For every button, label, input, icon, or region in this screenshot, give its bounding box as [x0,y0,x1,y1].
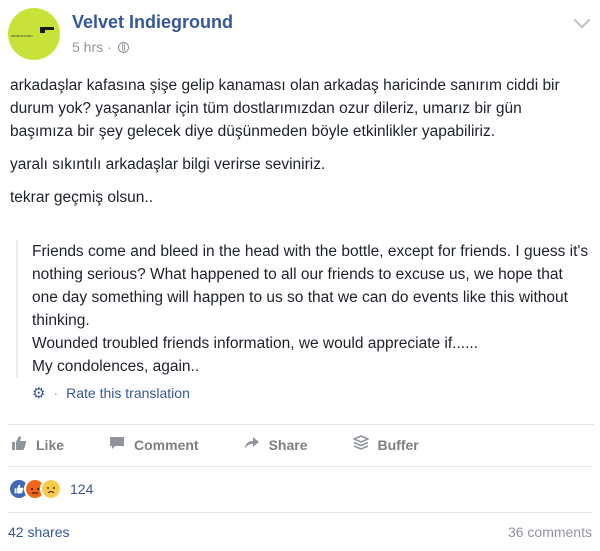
like-button[interactable]: Like [10,435,64,456]
post-paragraph: tekrar geçmiş olsun.. [10,189,153,206]
translation-line: Wounded troubled friends information, we… [32,335,479,352]
post-body: arkadaşlar kafasına şişe gelip kanaması … [10,74,585,219]
translation-block: Friends come and bleed in the head with … [16,240,592,378]
shares-link[interactable]: 42 shares [8,524,69,540]
share-button[interactable]: Share [243,435,308,456]
gear-icon: ⚙ [32,385,46,402]
share-label: Share [268,437,308,453]
chevron-down-icon[interactable] [573,11,591,29]
rate-translation-link[interactable]: Rate this translation [66,385,190,401]
post-header: INDIEGROUND Velvet Indieground 5 hrs · [8,8,592,64]
comments-link[interactable]: 36 comments [508,524,592,540]
translation-line: Friends come and bleed in the head with … [32,243,589,329]
sad-reaction-icon [40,478,62,500]
post-footer: 42 shares 36 comments [8,512,592,551]
post-paragraph: arkadaşlar kafasına şişe gelip kanaması … [10,77,560,140]
comment-icon [108,435,126,456]
reaction-count[interactable]: 124 [70,481,93,497]
share-icon [243,435,261,456]
avatar[interactable]: INDIEGROUND [8,8,60,60]
reactions-row[interactable]: 124 [8,466,592,511]
post-time[interactable]: 5 hrs [72,39,103,55]
like-label: Like [36,437,65,453]
page-name[interactable]: Velvet Indieground [72,12,233,33]
buffer-button[interactable]: Buffer [351,434,419,456]
globe-icon [117,41,129,53]
buffer-label: Buffer [377,437,419,453]
buffer-icon [351,434,370,456]
comment-button[interactable]: Comment [108,435,199,456]
avatar-bar-inner [45,30,55,33]
avatar-text: INDIEGROUND [11,34,33,38]
meta-separator: · [107,39,112,55]
post-meta: 5 hrs · [72,39,129,55]
thumbs-up-icon [10,435,28,456]
rate-separator: · [53,385,59,401]
post-card: INDIEGROUND Velvet Indieground 5 hrs · a… [0,0,600,550]
post-paragraph: yaralı sıkıntılı arkadaşlar bilgi verirs… [10,156,326,173]
rate-translation[interactable]: ⚙ · Rate this translation [32,384,190,402]
comment-label: Comment [134,437,199,453]
action-bar: Like Comment Share Buffer [8,424,594,465]
translation-line: My condolences, again.. [32,358,200,375]
